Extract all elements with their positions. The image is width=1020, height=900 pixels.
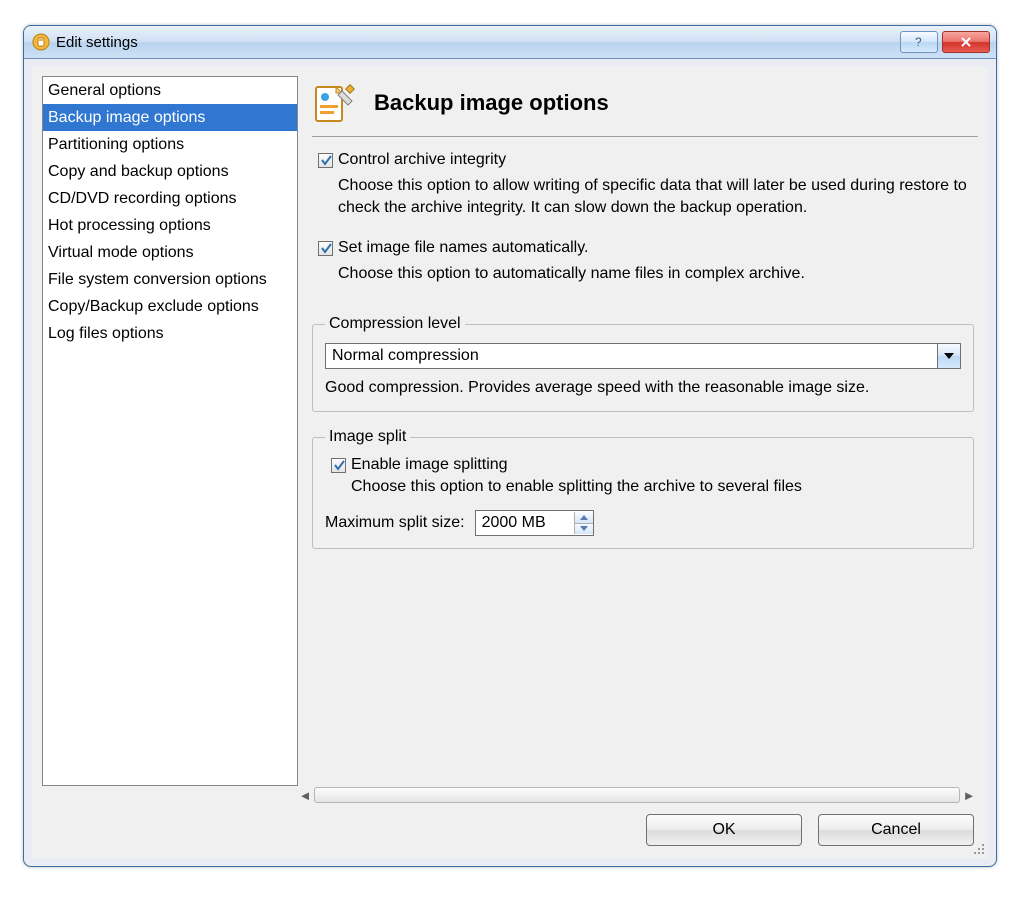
control-archive-desc: Choose this option to allow writing of s…: [338, 175, 978, 219]
sidebar-item-file-system-conversion-options[interactable]: File system conversion options: [43, 266, 297, 293]
ok-button[interactable]: OK: [646, 814, 802, 846]
page-title: Backup image options: [374, 90, 609, 116]
app-icon: [32, 33, 50, 51]
dialog-buttons: OK Cancel: [646, 814, 974, 846]
window-controls: ?: [900, 31, 990, 53]
enable-split-desc: Choose this option to enable splitting t…: [351, 476, 961, 498]
dropdown-button[interactable]: [937, 344, 960, 368]
svg-text:?: ?: [915, 35, 922, 49]
sidebar-item-log-files-options[interactable]: Log files options: [43, 320, 297, 347]
dialog-window: Edit settings ? General options Backup i…: [23, 25, 997, 867]
compression-legend: Compression level: [325, 315, 465, 333]
spinbox-arrows: [574, 512, 593, 534]
cancel-button[interactable]: Cancel: [818, 814, 974, 846]
auto-names-checkbox[interactable]: [318, 241, 333, 256]
max-split-label: Maximum split size:: [325, 514, 465, 532]
compression-fieldset: Compression level Normal compression Goo…: [312, 315, 974, 412]
compression-value: Normal compression: [326, 347, 937, 365]
horizontal-scrollbar[interactable]: ◄ ►: [296, 786, 978, 804]
client-area: General options Backup image options Par…: [32, 66, 988, 858]
compression-dropdown[interactable]: Normal compression: [325, 343, 961, 369]
control-archive-option: Control archive integrity Choose this op…: [312, 151, 978, 235]
enable-split-option: Enable image splitting Choose this optio…: [325, 456, 961, 498]
sidebar-item-copy-and-backup-options[interactable]: Copy and backup options: [43, 158, 297, 185]
main-panel: Backup image options Control archive int…: [312, 76, 978, 786]
compression-desc: Good compression. Provides average speed…: [325, 377, 961, 399]
window-title: Edit settings: [56, 34, 138, 51]
spinbox-down[interactable]: [575, 523, 593, 535]
header-row: Backup image options: [312, 76, 978, 130]
spinbox-up[interactable]: [575, 512, 593, 523]
enable-split-label[interactable]: Enable image splitting: [351, 456, 961, 474]
close-button[interactable]: [942, 31, 990, 53]
max-split-spinbox[interactable]: 2000 MB: [475, 510, 594, 536]
split-fieldset: Image split Enable image splitting Choos…: [312, 428, 974, 549]
titlebar[interactable]: Edit settings ?: [24, 26, 996, 59]
control-archive-checkbox[interactable]: [318, 153, 333, 168]
sidebar-item-cd-dvd-recording-options[interactable]: CD/DVD recording options: [43, 185, 297, 212]
sidebar-item-virtual-mode-options[interactable]: Virtual mode options: [43, 239, 297, 266]
enable-split-checkbox[interactable]: [331, 458, 346, 473]
help-button[interactable]: ?: [900, 31, 938, 53]
max-split-row: Maximum split size: 2000 MB: [325, 510, 961, 536]
scroll-right-icon[interactable]: ►: [960, 788, 978, 803]
max-split-value[interactable]: 2000 MB: [476, 514, 574, 532]
page-icon: [312, 81, 356, 125]
sidebar-item-copy-backup-exclude-options[interactable]: Copy/Backup exclude options: [43, 293, 297, 320]
split-legend: Image split: [325, 428, 410, 446]
resize-grip-icon[interactable]: [971, 841, 985, 855]
sidebar-item-backup-image-options[interactable]: Backup image options: [43, 104, 297, 131]
auto-names-option: Set image file names automatically. Choo…: [312, 239, 978, 309]
sidebar[interactable]: General options Backup image options Par…: [42, 76, 298, 786]
header-separator: [312, 136, 978, 137]
auto-names-label[interactable]: Set image file names automatically.: [338, 239, 978, 257]
sidebar-item-general-options[interactable]: General options: [43, 77, 297, 104]
sidebar-item-hot-processing-options[interactable]: Hot processing options: [43, 212, 297, 239]
auto-names-desc: Choose this option to automatically name…: [338, 263, 978, 285]
sidebar-item-partitioning-options[interactable]: Partitioning options: [43, 131, 297, 158]
control-archive-label[interactable]: Control archive integrity: [338, 151, 978, 169]
scroll-track[interactable]: [314, 787, 960, 803]
scroll-left-icon[interactable]: ◄: [296, 788, 314, 803]
